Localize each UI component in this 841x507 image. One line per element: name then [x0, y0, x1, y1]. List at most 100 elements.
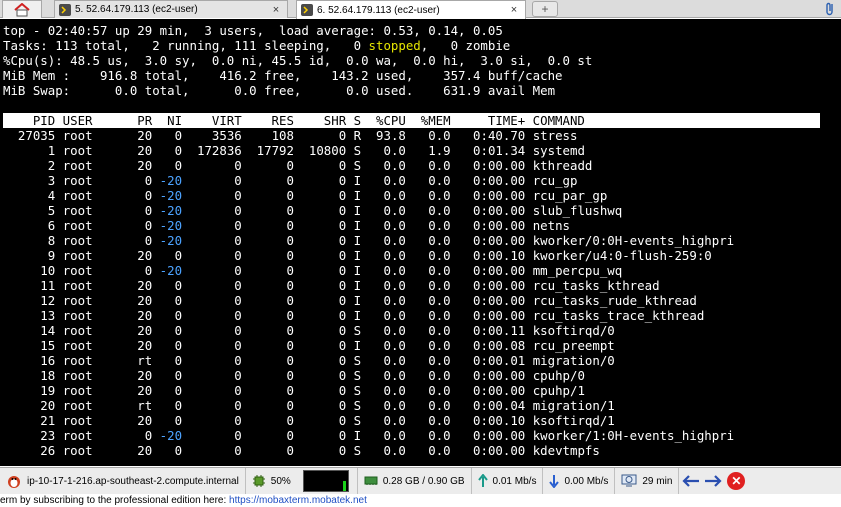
process-row: 19 root 20 0 0 0 0 S 0.0 0.0 0:00.00 cpu… [3, 383, 841, 398]
process-shr: 0 [293, 428, 347, 443]
process-mem: 0.0 [405, 233, 451, 248]
process-cpu: 0.0 [361, 158, 406, 173]
process-ni: 0 [152, 158, 183, 173]
home-tab[interactable] [2, 0, 42, 18]
process-row: 20 root rt 0 0 0 0 S 0.0 0.0 0:00.04 mig… [3, 398, 841, 413]
process-res: 0 [241, 203, 294, 218]
process-ni: 0 [152, 353, 183, 368]
process-time: 0:00.00 [450, 218, 526, 233]
process-time: 0:00.00 [450, 368, 526, 383]
process-time: 0:00.00 [450, 233, 526, 248]
process-time: 0:00.00 [450, 278, 526, 293]
uptime-indicator: 29 min [615, 467, 680, 495]
process-row: 14 root 20 0 0 0 0 S 0.0 0.0 0:00.11 kso… [3, 323, 841, 338]
mobaxterm-link[interactable]: https://mobaxterm.mobatek.net [229, 495, 367, 506]
process-ni: 0 [152, 383, 183, 398]
process-mem: 0.0 [405, 188, 451, 203]
process-ni: 0 [152, 248, 183, 263]
next-session-button[interactable] [703, 474, 723, 488]
process-user: root [62, 428, 130, 443]
process-row: 5 root 0 -20 0 0 0 I 0.0 0.0 0:00.00 slu… [3, 203, 841, 218]
process-res: 0 [241, 368, 294, 383]
process-ni: -20 [152, 428, 183, 443]
tab-session-6[interactable]: 6. 52.64.179.113 (ec2-user) × [296, 0, 526, 19]
new-tab-button[interactable]: + [532, 1, 558, 17]
arrow-left-icon [682, 475, 700, 487]
process-res: 0 [241, 353, 294, 368]
process-ni: -20 [152, 233, 183, 248]
process-cpu: 0.0 [361, 428, 406, 443]
attach-button[interactable] [822, 0, 838, 18]
process-pid: 12 [3, 293, 63, 308]
process-user: root [62, 383, 130, 398]
process-cpu: 0.0 [361, 233, 406, 248]
close-session-button[interactable]: ✕ [727, 472, 746, 490]
process-shr: 0 [293, 173, 347, 188]
process-pr: 20 [129, 293, 153, 308]
process-row: 26 root 20 0 0 0 0 S 0.0 0.0 0:00.00 kde… [3, 443, 841, 458]
process-user: root [62, 323, 130, 338]
terminal-output[interactable]: top - 02:40:57 up 29 min, 3 users, load … [0, 19, 841, 466]
process-cpu: 0.0 [361, 308, 406, 323]
process-row: 10 root 0 -20 0 0 0 I 0.0 0.0 0:00.00 mm… [3, 263, 841, 278]
process-res: 0 [241, 233, 294, 248]
process-cpu: 0.0 [361, 323, 406, 338]
process-mem: 0.0 [405, 203, 451, 218]
process-cpu: 0.0 [361, 248, 406, 263]
process-s: I [346, 263, 362, 278]
process-virt: 0 [182, 428, 242, 443]
process-virt: 0 [182, 203, 242, 218]
process-cmd: rcu_tasks_rude_kthread [525, 293, 697, 308]
previous-session-button[interactable] [681, 474, 701, 488]
tab-session-5[interactable]: 5. 52.64.179.113 (ec2-user) × [54, 0, 288, 18]
process-user: root [62, 293, 130, 308]
process-cmd: systemd [525, 143, 585, 158]
terminal-scrollbar[interactable] [821, 19, 841, 466]
process-row: 11 root 20 0 0 0 0 I 0.0 0.0 0:00.00 rcu… [3, 278, 841, 293]
process-pr: 20 [129, 368, 153, 383]
tab-close-button[interactable]: × [507, 4, 521, 16]
process-cmd: cpuhp/0 [525, 368, 585, 383]
process-row: 1 root 20 0 172836 17792 10800 S 0.0 1.9… [3, 143, 841, 158]
process-pid: 6 [3, 218, 63, 233]
process-mem: 0.0 [405, 323, 451, 338]
process-row: 18 root 20 0 0 0 0 S 0.0 0.0 0:00.00 cpu… [3, 368, 841, 383]
process-pr: 0 [129, 188, 153, 203]
download-indicator: 0.00 Mb/s [543, 467, 616, 495]
footer-text: erm by subscribing to the professional e… [0, 495, 230, 506]
tab-close-button[interactable]: × [269, 4, 283, 16]
process-pr: 20 [129, 323, 153, 338]
process-shr: 0 [293, 233, 347, 248]
process-pr: 0 [129, 428, 153, 443]
plus-icon: + [541, 2, 549, 16]
process-row: 16 root rt 0 0 0 0 S 0.0 0.0 0:00.01 mig… [3, 353, 841, 368]
process-user: root [62, 263, 130, 278]
upload-indicator: 0.01 Mb/s [472, 467, 544, 495]
process-pr: 0 [129, 233, 153, 248]
process-pr: 0 [129, 218, 153, 233]
process-cmd: ksoftirqd/0 [525, 323, 615, 338]
process-cpu: 0.0 [361, 398, 406, 413]
process-s: I [346, 173, 362, 188]
process-cpu: 93.8 [361, 128, 406, 143]
process-cmd: rcu_gp [525, 173, 578, 188]
host-indicator[interactable]: ip-10-17-1-216.ap-southeast-2.compute.in… [0, 467, 246, 495]
process-time: 0:00.10 [450, 248, 526, 263]
process-user: root [62, 143, 130, 158]
home-icon [14, 2, 30, 16]
process-res: 17792 [241, 143, 294, 158]
process-pid: 23 [3, 428, 63, 443]
process-pr: 20 [129, 443, 153, 458]
process-mem: 0.0 [405, 428, 451, 443]
process-pr: 20 [129, 308, 153, 323]
process-ni: 0 [152, 413, 183, 428]
process-row: 12 root 20 0 0 0 0 I 0.0 0.0 0:00.00 rcu… [3, 293, 841, 308]
process-user: root [62, 218, 130, 233]
process-s: S [346, 143, 362, 158]
process-s: I [346, 428, 362, 443]
process-pr: 20 [129, 383, 153, 398]
process-time: 0:00.00 [450, 428, 526, 443]
process-res: 0 [241, 428, 294, 443]
process-mem: 0.0 [405, 293, 451, 308]
process-ni: 0 [152, 293, 183, 308]
